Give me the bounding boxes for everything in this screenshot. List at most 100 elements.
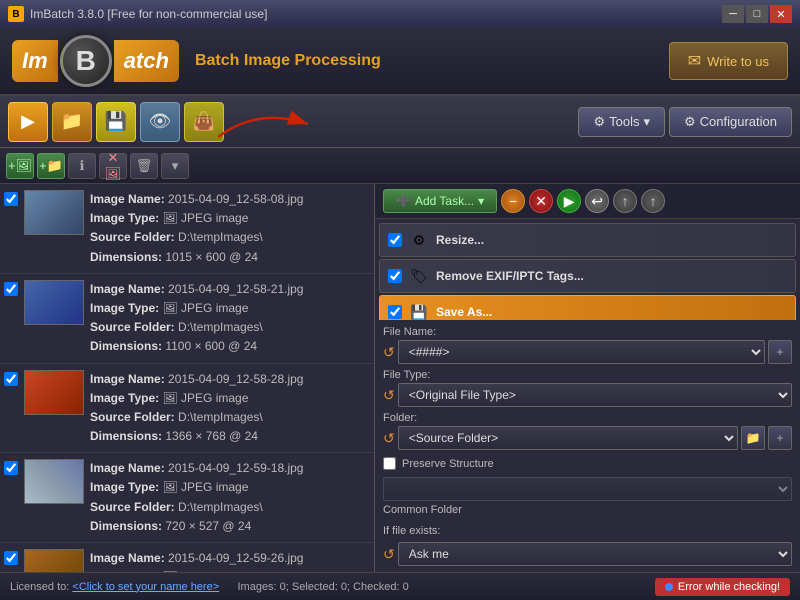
main-toolbar: ▶ 📁 💾 👁 👜 ⚙ Tools ▾ ⚙ Configuration: [0, 96, 800, 148]
toolbar-save-button[interactable]: 💾: [96, 102, 136, 142]
list-item[interactable]: Image Name: 2015-04-09_12-58-08.jpg Imag…: [0, 184, 374, 274]
file-type-row: File Type: ↺ <Original File Type>: [383, 369, 792, 407]
tools-icon: ⚙: [593, 114, 605, 130]
title-bar: B ImBatch 3.8.0 [Free for non-commercial…: [0, 0, 800, 28]
file-type-label: File Type:: [383, 369, 792, 381]
config-label: Configuration: [700, 114, 777, 129]
file-name-row: File Name: ↺ <####> +: [383, 326, 792, 364]
write-btn-label: Write to us: [707, 54, 769, 69]
task-list: ⚙ Resize... 🏷 Remove EXIF/IPTC Tags... 💾…: [375, 219, 800, 320]
image-thumbnail-3: [24, 370, 84, 415]
image-thumbnail-1: [24, 190, 84, 235]
common-folder-select[interactable]: [383, 477, 792, 501]
list-item[interactable]: Image Name: 2015-04-09_12-58-21.jpg Imag…: [0, 274, 374, 364]
task-item-saveas[interactable]: 💾 Save As...: [379, 295, 796, 320]
preserve-structure-row: Preserve Structure: [383, 455, 792, 472]
write-to-us-button[interactable]: ✉ Write to us: [669, 42, 788, 80]
toolbar-eye-button[interactable]: 👁: [140, 102, 180, 142]
common-folder-label: Common Folder: [383, 503, 792, 516]
image-info-3: Image Name: 2015-04-09_12-58-28.jpg Imag…: [90, 370, 370, 447]
task-up-button[interactable]: ↩: [585, 189, 609, 213]
image-thumbnail-4: [24, 459, 84, 504]
image-checkbox-2[interactable]: [4, 282, 18, 296]
list-item[interactable]: Image Name: 2015-04-09_12-59-18.jpg Imag…: [0, 453, 374, 543]
clear-list-button[interactable]: 🗑: [130, 153, 158, 179]
file-type-select[interactable]: <Original File Type>: [398, 383, 792, 407]
file-name-add-button[interactable]: +: [768, 340, 792, 364]
window-controls: ─ □ ✕: [722, 5, 792, 23]
folder-label: Folder:: [383, 412, 792, 424]
logo-b: B: [60, 35, 112, 87]
toolbar-bag-button[interactable]: 👜: [184, 102, 224, 142]
status-images-text: Images: 0; Selected: 0; Checked: 0: [237, 581, 408, 593]
task-checkbox-saveas[interactable]: [388, 305, 402, 319]
resize-icon: ⚙: [408, 229, 430, 251]
save-as-form: File Name: ↺ <####> + File Type: ↺ <Orig…: [375, 320, 800, 572]
task-item-exif[interactable]: 🏷 Remove EXIF/IPTC Tags...: [379, 259, 796, 293]
task-run-button[interactable]: ▶: [557, 189, 581, 213]
image-info-2: Image Name: 2015-04-09_12-58-21.jpg Imag…: [90, 280, 370, 357]
task-cancel-button[interactable]: ✕: [529, 189, 553, 213]
logo: Im B atch Batch Image Processing: [12, 35, 381, 87]
add-image-button[interactable]: +🖼: [6, 153, 34, 179]
maximize-button[interactable]: □: [746, 5, 768, 23]
if-exists-select[interactable]: Ask me Overwrite Skip Rename: [398, 542, 792, 566]
task-move-up-button[interactable]: ↑: [641, 189, 665, 213]
tools-label: Tools: [609, 114, 639, 129]
if-exists-label: If file exists:: [383, 525, 792, 537]
folder-select[interactable]: <Source Folder>: [398, 426, 738, 450]
licensed-link[interactable]: <Click to set your name here>: [72, 581, 219, 593]
task-down-button[interactable]: ↑: [613, 189, 637, 213]
list-item[interactable]: Image Name: 2015-04-09_12-58-28.jpg Imag…: [0, 364, 374, 454]
status-dot-icon: [665, 583, 673, 591]
logo-atch: atch: [114, 40, 179, 82]
file-name-select[interactable]: <####>: [398, 340, 765, 364]
tools-dropdown-button[interactable]: ⚙ Tools ▾: [578, 107, 665, 137]
app-icon: B: [8, 6, 24, 22]
saveas-icon: 💾: [408, 301, 430, 320]
image-info-button[interactable]: ℹ: [68, 153, 96, 179]
app-subtitle: Batch Image Processing: [195, 52, 381, 70]
task-checkbox-exif[interactable]: [388, 269, 402, 283]
image-thumbnail-5: [24, 549, 84, 572]
folder-refresh-icon: ↺: [383, 430, 395, 447]
image-checkbox-5[interactable]: [4, 551, 18, 565]
exif-icon: 🏷: [408, 265, 430, 287]
image-checkbox-3[interactable]: [4, 372, 18, 386]
main-content: Image Name: 2015-04-09_12-58-08.jpg Imag…: [0, 184, 800, 572]
toolbar-open-button[interactable]: 📁: [52, 102, 92, 142]
folder-add-button[interactable]: +: [768, 426, 792, 450]
tools-chevron-icon: ▾: [643, 114, 650, 130]
list-item[interactable]: Image Name: 2015-04-09_12-59-26.jpg Imag…: [0, 543, 374, 572]
status-left: Licensed to: <Click to set your name her…: [10, 581, 409, 593]
error-text: Error while checking!: [678, 581, 780, 593]
task-checkbox-resize[interactable]: [388, 233, 402, 247]
preserve-structure-label: Preserve Structure: [402, 458, 494, 470]
add-task-chevron-icon: ▾: [478, 194, 484, 208]
close-button[interactable]: ✕: [770, 5, 792, 23]
task-label-saveas: Save As...: [436, 305, 492, 319]
image-checkbox-4[interactable]: [4, 461, 18, 475]
configuration-button[interactable]: ⚙ Configuration: [669, 107, 792, 137]
folder-browse-button[interactable]: 📁: [741, 426, 765, 450]
add-folder-button[interactable]: +📁: [37, 153, 65, 179]
common-folder-row: Common Folder: [383, 477, 792, 516]
add-task-button[interactable]: ➕ Add Task... ▾: [383, 189, 497, 213]
image-info-1: Image Name: 2015-04-09_12-58-08.jpg Imag…: [90, 190, 370, 267]
preserve-structure-checkbox[interactable]: [383, 457, 396, 470]
image-options-button[interactable]: ▾: [161, 153, 189, 179]
remove-image-button[interactable]: ✕🖼: [99, 153, 127, 179]
file-name-label: File Name:: [383, 326, 792, 338]
image-checkbox-1[interactable]: [4, 192, 18, 206]
task-panel: ➕ Add Task... ▾ − ✕ ▶ ↩ ↑ ↑ ⚙ Resize... …: [375, 184, 800, 572]
image-list: Image Name: 2015-04-09_12-58-08.jpg Imag…: [0, 184, 374, 572]
if-exists-refresh-icon: ↺: [383, 546, 395, 563]
image-info-4: Image Name: 2015-04-09_12-59-18.jpg Imag…: [90, 459, 370, 536]
folder-row: Folder: ↺ <Source Folder> 📁 +: [383, 412, 792, 450]
task-remove-button[interactable]: −: [501, 189, 525, 213]
toolbar-play-button[interactable]: ▶: [8, 102, 48, 142]
task-item-resize[interactable]: ⚙ Resize...: [379, 223, 796, 257]
file-name-refresh-icon: ↺: [383, 344, 395, 361]
secondary-toolbar: +🖼 +📁 ℹ ✕🖼 🗑 ▾: [0, 148, 800, 184]
minimize-button[interactable]: ─: [722, 5, 744, 23]
